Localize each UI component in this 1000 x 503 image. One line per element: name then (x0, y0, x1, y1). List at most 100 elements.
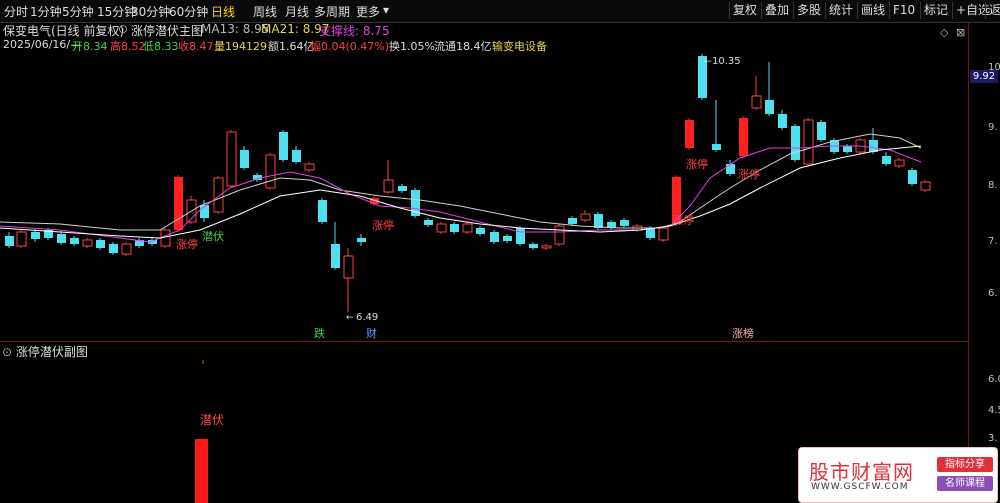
limit-up-label: 涨停 (176, 237, 198, 251)
candle (226, 130, 237, 188)
more-dropdown-icon[interactable]: ▾ (383, 3, 389, 17)
period-tab-9[interactable]: 多周期 (314, 3, 350, 20)
ma13-line (0, 145, 922, 243)
panel-divider (0, 341, 968, 342)
toolbar-button-0[interactable]: 复权 (729, 2, 760, 19)
toolbar-button-6[interactable]: 标记 (920, 2, 951, 19)
arrow-left-icon: ← (704, 57, 712, 67)
kline-chart[interactable]: 涨停涨停涨停涨停涨停潜伏10.356.49跌财涨榜←← (0, 22, 968, 342)
candle (541, 244, 552, 250)
candle (279, 130, 288, 162)
candle (620, 218, 629, 228)
candle (318, 198, 327, 224)
toolbar-button-1[interactable]: 叠加 (761, 2, 792, 19)
period-tab-8[interactable]: 月线 (285, 3, 309, 20)
axis-tick-sub-3: 3. (988, 433, 998, 444)
candle (894, 158, 905, 168)
toolbar-button-4[interactable]: 画线 (857, 2, 888, 19)
candle (174, 175, 183, 232)
candle (383, 160, 394, 194)
candle (304, 162, 315, 172)
candle (398, 184, 407, 193)
toolbar-button-3[interactable]: 统计 (825, 2, 856, 19)
candle (70, 236, 79, 246)
candle (908, 168, 917, 186)
candle (476, 226, 485, 236)
candle (503, 234, 512, 243)
period-tab-2[interactable]: 5分钟 (62, 3, 94, 20)
candle (450, 222, 459, 234)
candle (765, 62, 774, 116)
candle (5, 232, 14, 248)
candle (213, 176, 224, 214)
candle (882, 152, 891, 166)
candle (292, 146, 301, 164)
candle (109, 242, 118, 255)
candle (791, 124, 800, 162)
period-tab-4[interactable]: 30分钟 (131, 3, 170, 20)
axis-tick-sub-1: 6.0 (988, 374, 1000, 385)
candle (739, 116, 748, 158)
candle (607, 220, 616, 230)
event-fall-label: 跌 (314, 326, 325, 340)
candle (462, 222, 473, 234)
candle (554, 224, 565, 246)
event-limit-label: 涨榜 (732, 326, 754, 340)
candle (240, 146, 249, 170)
limit-up-label: 涨停 (686, 157, 708, 171)
limit-up-label: 涨停 (372, 218, 394, 232)
watermark-tag-course: 名师课程 (937, 476, 993, 491)
candle (265, 153, 276, 190)
candle (135, 238, 144, 248)
support-line (0, 145, 922, 239)
axis-tick-main-2: 9. (988, 122, 998, 133)
period-tab-10[interactable]: 更多 (356, 3, 380, 20)
candle (186, 196, 197, 224)
current-price-tag: 9.92 (970, 70, 998, 83)
watermark-tag-share: 指标分享 (937, 457, 993, 472)
candle (920, 180, 931, 192)
candle (331, 222, 340, 270)
candle (516, 226, 525, 246)
toolbar-button-5[interactable]: F10 (889, 2, 918, 19)
candle (529, 242, 538, 250)
toolbar-button-2[interactable]: 多股 (793, 2, 824, 19)
watermark-site: 股市财富网 (809, 460, 914, 484)
candle (343, 248, 354, 312)
watermark-url: WWW.GSCFW.COM (811, 482, 909, 492)
period-toolbar: 分时 1分钟 5分钟 15分钟 30分钟 60分钟 日线 周线 月线 多周期 更多 ▾ 复权 叠加 多股 统计… (0, 0, 1000, 23)
low-price-label: 6.49 (356, 312, 378, 323)
event-finance-label: 财 (366, 326, 377, 340)
arrow-left-icon: ← (346, 313, 354, 323)
signal-bar (195, 439, 208, 503)
period-tab-5[interactable]: 60分钟 (169, 3, 208, 20)
period-tab-6[interactable]: 日线 (211, 3, 235, 20)
candle (817, 120, 826, 142)
axis-tick-sub-2: 4.5 (988, 405, 1000, 416)
candle (411, 188, 420, 218)
candle (803, 118, 814, 166)
period-tab-7[interactable]: 周线 (253, 3, 277, 20)
candle (869, 128, 878, 154)
lurk-label: 潜伏 (202, 229, 224, 243)
candle (778, 110, 787, 130)
limit-up-label: 涨停 (738, 167, 760, 181)
axis-tick-main-5: 6. (988, 288, 998, 299)
toolbar-button-8[interactable]: 返 (985, 2, 1000, 19)
period-tab-1[interactable]: 1分钟 (30, 3, 62, 20)
axis-tick-main-3: 8. (988, 180, 998, 191)
candle (685, 118, 694, 150)
candle (490, 230, 499, 244)
right-axis-line (968, 22, 969, 503)
axis-tick-main-4: 7. (988, 236, 998, 247)
candle (57, 231, 66, 245)
candle (357, 234, 366, 246)
candle (712, 100, 721, 152)
candle (96, 238, 105, 250)
candle (82, 238, 93, 248)
limit-up-label: 涨停 (672, 213, 694, 227)
signal-label: 潜伏 (200, 413, 224, 427)
period-tab-0[interactable]: 分时 (4, 3, 28, 20)
candle (424, 218, 433, 227)
candle (16, 229, 27, 248)
